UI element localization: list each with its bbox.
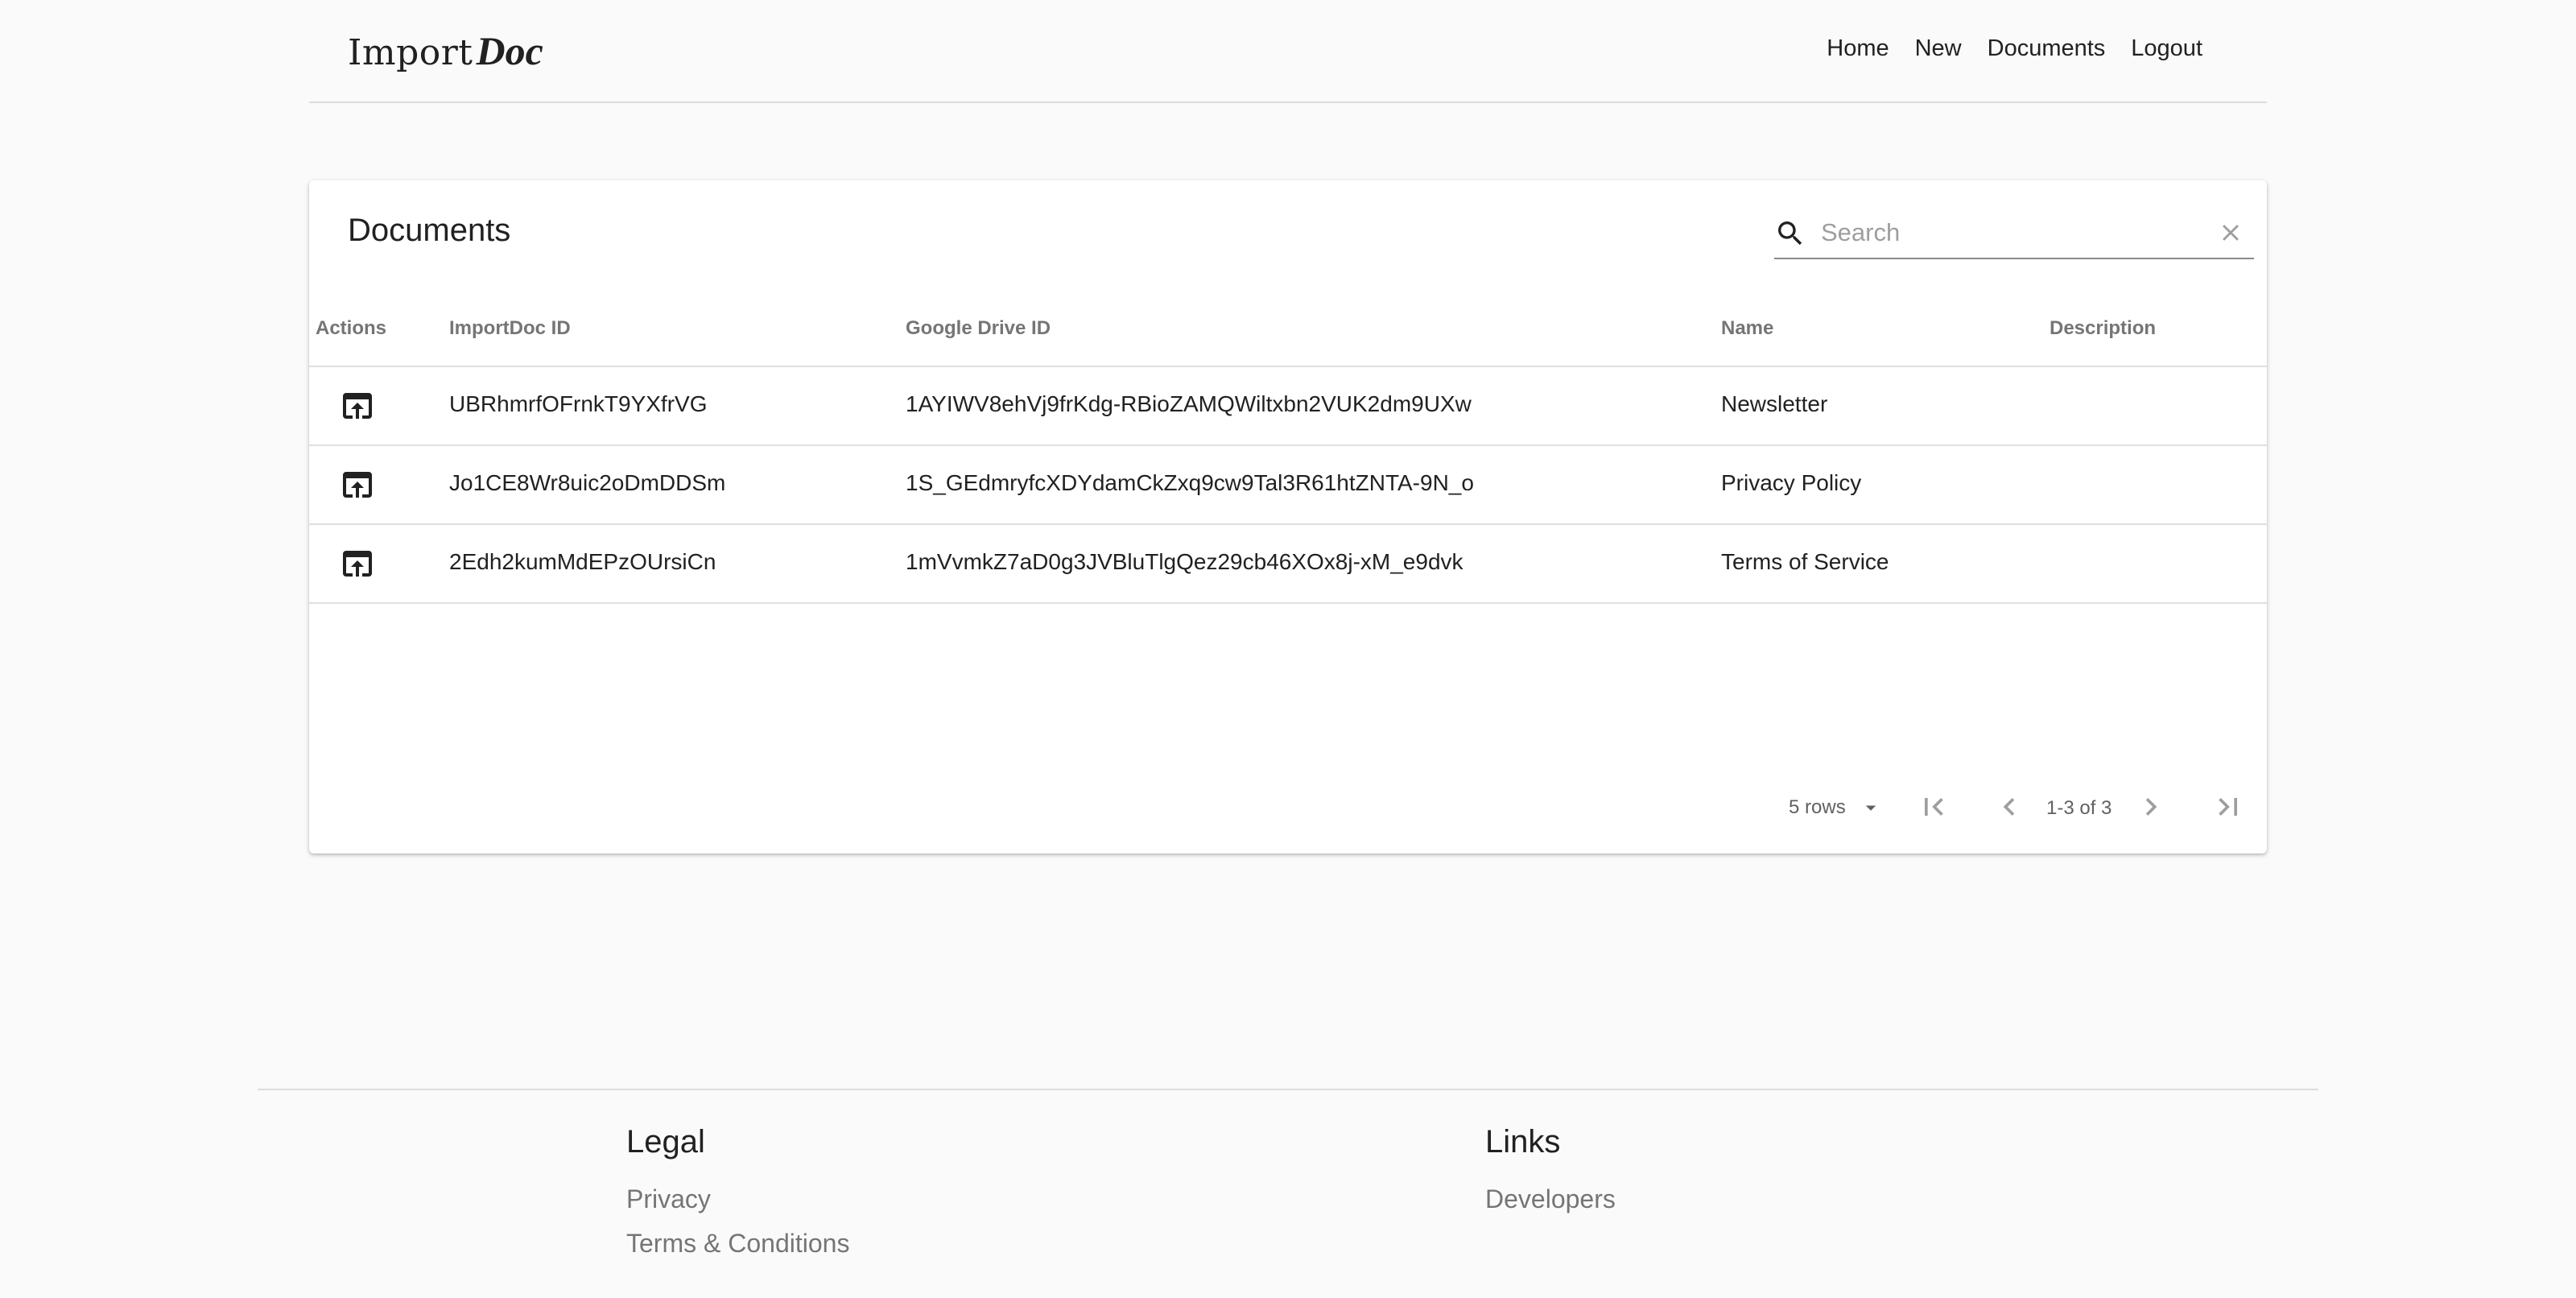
footer-legal-heading: Legal [626, 1124, 705, 1160]
last-page-icon[interactable] [2211, 789, 2246, 825]
cell-google-drive-id: 1mVvmkZ7aD0g3JVBluTlgQez29cb46XOx8j-xM_e… [906, 549, 1463, 574]
open-in-browser-icon[interactable] [338, 544, 377, 583]
cell-name: Newsletter [1721, 391, 1828, 416]
clear-search-icon[interactable] [2217, 219, 2244, 246]
cell-importdoc-id: UBRhmrfOFrnkT9YXfrVG [449, 391, 708, 416]
next-page-icon[interactable] [2133, 789, 2169, 825]
table-header: Actions ImportDoc ID Google Drive ID Nam… [309, 300, 2267, 367]
footer-legal-section: Legal Privacy Terms & Conditions [626, 1124, 849, 1273]
search-input[interactable] [1819, 214, 2193, 251]
page-range-label: 1-3 of 3 [2046, 797, 2112, 819]
column-header-actions[interactable]: Actions [316, 317, 386, 340]
cell-google-drive-id: 1AYIWV8ehVj9frKdg-RBioZAMQWiltxbn2VUK2dm… [906, 391, 1472, 416]
documents-card: Documents Actions ImportDoc ID Google Dr… [309, 180, 2267, 854]
table-row[interactable]: UBRhmrfOFrnkT9YXfrVG 1AYIWV8ehVj9frKdg-R… [309, 367, 2267, 446]
column-header-name[interactable]: Name [1721, 317, 1773, 340]
column-header-google-drive-id[interactable]: Google Drive ID [906, 317, 1051, 340]
cell-name: Privacy Policy [1721, 470, 1862, 495]
top-nav: Home New Documents Logout [1814, 31, 2215, 67]
nav-documents-link[interactable]: Documents [1975, 31, 2119, 67]
nav-new-link[interactable]: New [1902, 31, 1975, 67]
footer-links-section: Links Developers [1485, 1124, 1616, 1229]
site-footer: Legal Privacy Terms & Conditions Links D… [258, 1089, 2318, 1298]
cell-importdoc-id: 2Edh2kumMdEPzOUrsiCn [449, 549, 716, 574]
open-in-browser-icon[interactable] [338, 387, 377, 425]
column-header-description[interactable]: Description [2050, 317, 2156, 340]
page-title: Documents [348, 213, 511, 248]
app-header: Import Doc Home New Documents Logout [309, 0, 2267, 103]
rows-per-page-value: 5 rows [1789, 796, 1846, 818]
search-icon [1778, 221, 1802, 246]
cell-google-drive-id: 1S_GEdmryfcXDYdamCkZxq9cw9Tal3R61htZNTA-… [906, 470, 1474, 495]
table-row[interactable]: 2Edh2kumMdEPzOUrsiCn 1mVvmkZ7aD0g3JVBluT… [309, 525, 2267, 604]
footer-developers-link[interactable]: Developers [1485, 1184, 1616, 1214]
importdoc-logo[interactable]: Import Doc [348, 27, 543, 76]
documents-table: Actions ImportDoc ID Google Drive ID Nam… [309, 300, 2267, 604]
dropdown-arrow-icon [1865, 805, 1876, 811]
first-page-icon[interactable] [1916, 789, 1951, 825]
cell-importdoc-id: Jo1CE8Wr8uic2oDmDDSm [449, 470, 726, 495]
footer-terms-link[interactable]: Terms & Conditions [626, 1229, 849, 1259]
footer-links-heading: Links [1485, 1124, 1561, 1160]
nav-home-link[interactable]: Home [1814, 31, 1901, 67]
logo-text-doc: Doc [476, 28, 543, 73]
search-field [1774, 208, 2254, 259]
table-row[interactable]: Jo1CE8Wr8uic2oDmDDSm 1S_GEdmryfcXDYdamCk… [309, 446, 2267, 525]
column-header-importdoc-id[interactable]: ImportDoc ID [449, 317, 571, 340]
logo-text-import: Import [348, 32, 473, 73]
open-in-browser-icon[interactable] [338, 465, 377, 504]
footer-privacy-link[interactable]: Privacy [626, 1184, 849, 1214]
rows-per-page-select[interactable]: 5 rows [1789, 796, 1883, 820]
cell-name: Terms of Service [1721, 549, 1889, 574]
nav-logout-link[interactable]: Logout [2118, 31, 2215, 67]
previous-page-icon[interactable] [1992, 789, 2027, 825]
